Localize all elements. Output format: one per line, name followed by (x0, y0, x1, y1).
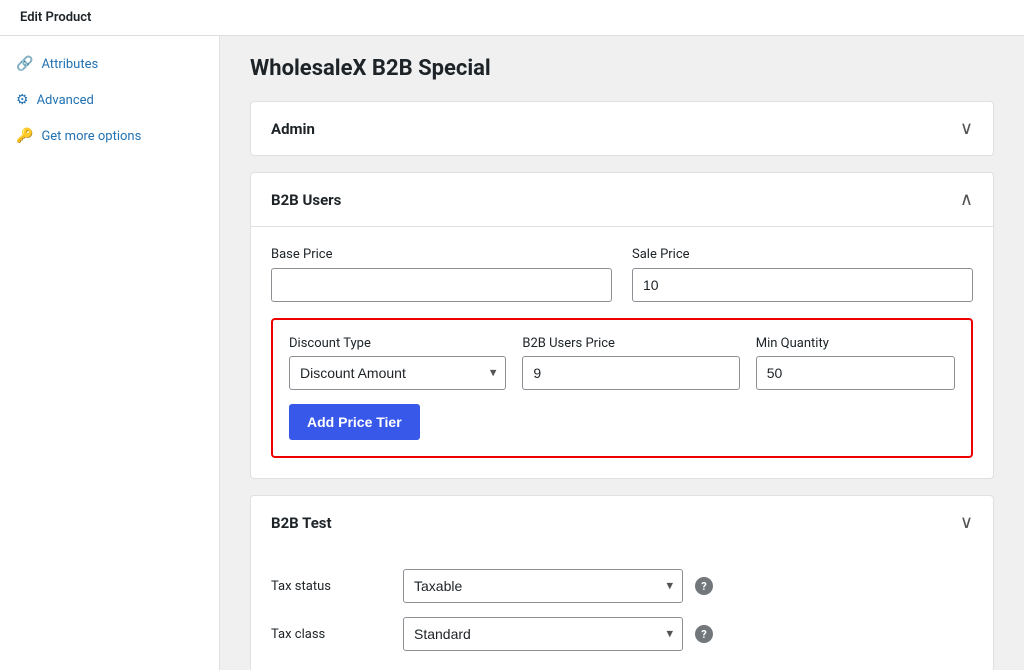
b2b-price-group: B2B Users Price (522, 336, 739, 390)
b2b-users-panel-title: B2B Users (271, 191, 341, 209)
tax-class-select[interactable]: Standard (403, 617, 683, 651)
sidebar-item-advanced[interactable]: ⚙ Advanced (0, 82, 219, 118)
tax-class-row: Tax class Standard ? (271, 617, 973, 651)
tax-class-help-icon[interactable]: ? (695, 625, 713, 643)
b2b-users-chevron-icon: ∧ (960, 189, 973, 210)
more-options-icon: 🔑 (16, 128, 33, 144)
sidebar: 🔗 Attributes ⚙ Advanced 🔑 Get more optio… (0, 36, 220, 670)
admin-panel-title: Admin (271, 120, 315, 138)
b2b-users-panel-header[interactable]: B2B Users ∧ (251, 173, 993, 227)
tax-status-select-wrapper: Taxable Shipping only None (403, 569, 683, 603)
min-qty-group: Min Quantity (756, 336, 955, 390)
attributes-icon: 🔗 (16, 56, 33, 72)
sidebar-label-more-options: Get more options (41, 129, 141, 144)
b2b-price-label: B2B Users Price (522, 336, 739, 351)
b2b-test-panel: B2B Test ∨ Tax status Taxable Shipping o… (250, 495, 994, 670)
tax-status-label: Tax status (271, 579, 391, 594)
sale-price-input[interactable] (632, 268, 973, 302)
content-area: WholesaleX B2B Special Admin ∨ B2B Users… (220, 36, 1024, 670)
admin-panel: Admin ∨ (250, 101, 994, 156)
page-wrapper: Edit Product 🔗 Attributes ⚙ Advanced 🔑 G… (0, 0, 1024, 670)
tax-status-help-icon[interactable]: ? (695, 577, 713, 595)
advanced-icon: ⚙ (16, 92, 29, 108)
b2b-test-panel-body: Tax status Taxable Shipping only None ? … (251, 549, 993, 670)
b2b-test-chevron-icon: ∨ (960, 512, 973, 533)
add-price-tier-button[interactable]: Add Price Tier (289, 404, 420, 440)
b2b-test-panel-header[interactable]: B2B Test ∨ (251, 496, 993, 549)
b2b-users-panel: B2B Users ∧ Base Price Sale Price (250, 172, 994, 479)
min-qty-input[interactable] (756, 356, 955, 390)
b2b-price-input[interactable] (522, 356, 739, 390)
price-row: Base Price Sale Price (271, 247, 973, 302)
sale-price-label: Sale Price (632, 247, 973, 262)
b2b-users-panel-body: Base Price Sale Price Discount Type (251, 227, 993, 478)
sidebar-label-attributes: Attributes (41, 57, 98, 72)
tax-class-select-wrapper: Standard (403, 617, 683, 651)
tax-status-select[interactable]: Taxable Shipping only None (403, 569, 683, 603)
tax-class-label: Tax class (271, 627, 391, 642)
discount-type-group: Discount Type Discount Amount Percentage… (289, 336, 506, 390)
sidebar-label-advanced: Advanced (37, 93, 94, 108)
page-title: Edit Product (20, 10, 91, 25)
discount-type-label: Discount Type (289, 336, 506, 351)
top-bar: Edit Product (0, 0, 1024, 36)
main-layout: 🔗 Attributes ⚙ Advanced 🔑 Get more optio… (0, 36, 1024, 670)
base-price-input[interactable] (271, 268, 612, 302)
sale-price-group: Sale Price (632, 247, 973, 302)
tier-box: Discount Type Discount Amount Percentage… (271, 318, 973, 458)
tax-status-row: Tax status Taxable Shipping only None ? (271, 569, 973, 603)
admin-chevron-icon: ∨ (960, 118, 973, 139)
base-price-group: Base Price (271, 247, 612, 302)
tier-fields-row: Discount Type Discount Amount Percentage… (289, 336, 955, 390)
b2b-test-panel-title: B2B Test (271, 514, 332, 532)
product-title: WholesaleX B2B Special (250, 56, 994, 81)
sidebar-item-more-options[interactable]: 🔑 Get more options (0, 118, 219, 154)
base-price-label: Base Price (271, 247, 612, 262)
min-qty-label: Min Quantity (756, 336, 955, 351)
discount-type-select[interactable]: Discount Amount Percentage Discount Fixe… (289, 356, 506, 390)
sidebar-item-attributes[interactable]: 🔗 Attributes (0, 46, 219, 82)
discount-type-select-wrapper: Discount Amount Percentage Discount Fixe… (289, 356, 506, 390)
admin-panel-header[interactable]: Admin ∨ (251, 102, 993, 155)
